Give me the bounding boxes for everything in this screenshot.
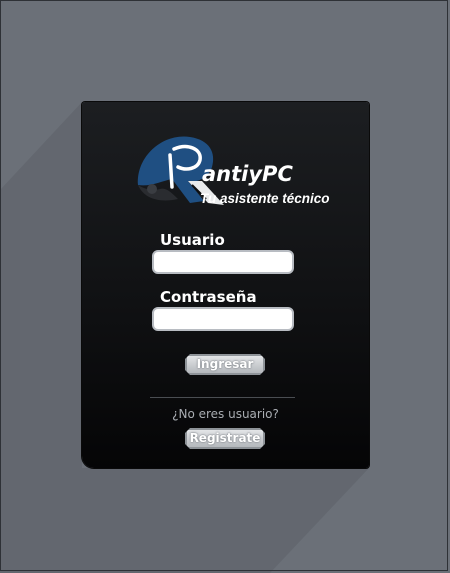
- register-button[interactable]: Registrate: [185, 428, 265, 449]
- password-label: Contraseña: [160, 288, 257, 306]
- divider: [150, 397, 295, 398]
- brand-tagline: Tu asistente técnico: [200, 191, 330, 206]
- login-button[interactable]: Ingresar: [185, 354, 265, 375]
- username-label: Usuario: [160, 231, 225, 249]
- password-input[interactable]: [152, 307, 294, 331]
- login-card: antiyPC Tu asistente técnico Usuario Con…: [82, 102, 369, 468]
- username-input[interactable]: [152, 250, 294, 274]
- brand-name: antiyPC: [202, 162, 293, 186]
- not-user-prompt: ¿No eres usuario?: [172, 407, 279, 421]
